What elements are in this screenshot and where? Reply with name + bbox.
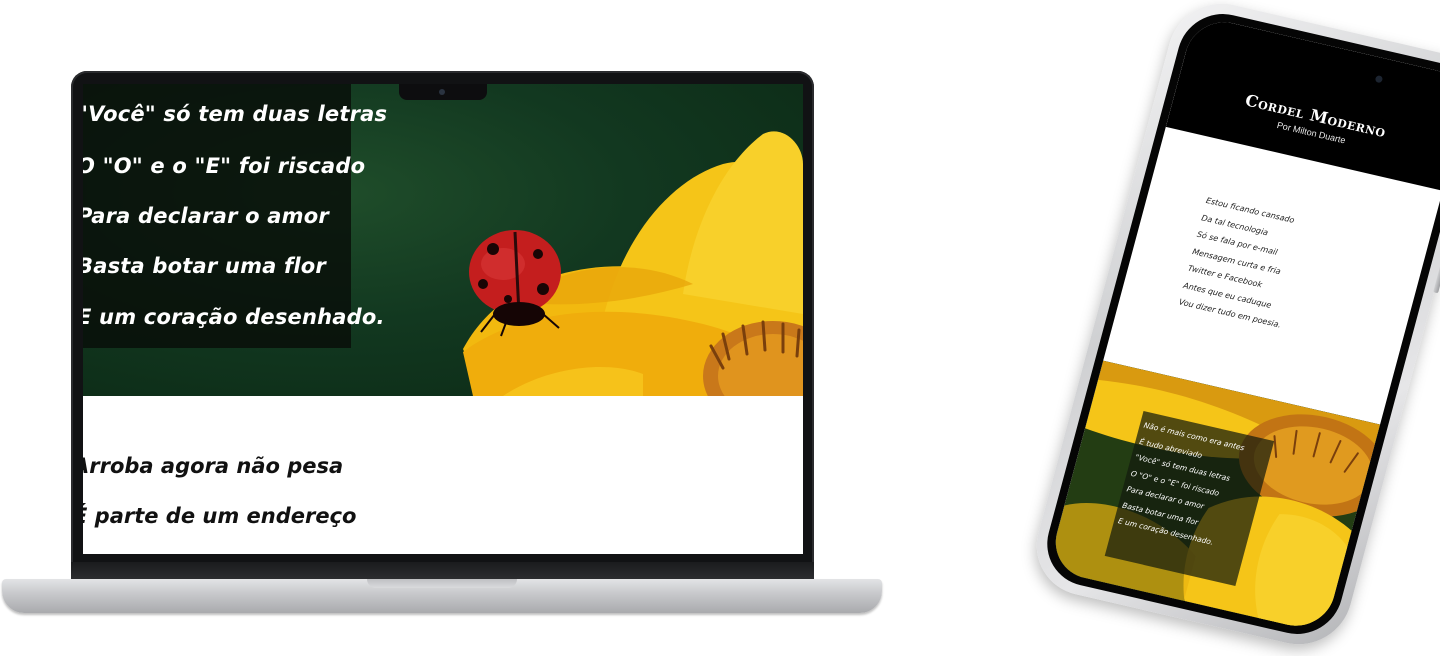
body-poem-line: É parte de um endereço — [83, 504, 357, 528]
laptop-base — [2, 579, 882, 613]
laptop-notch — [399, 84, 487, 100]
body-poem-line: Arroba agora não pesa — [83, 454, 344, 478]
phone-bezel: Cordel Moderno Por Milton Duarte Estou f… — [1037, 5, 1440, 643]
phone-device: Cordel Moderno Por Milton Duarte Estou f… — [1025, 0, 1440, 655]
laptop-screen: "Você" só tem duas letras O "O" e o "E" … — [83, 84, 803, 554]
hero-poem-line: E um coração desenhado. — [83, 305, 385, 329]
laptop-hinge — [71, 562, 814, 580]
phone-hero-image: Não é mais como era antes É tudo abrevia… — [1047, 360, 1381, 634]
phone-header: Cordel Moderno Por Milton Duarte — [1165, 14, 1440, 191]
phone-poem: Estou ficando cansado Da tal tecnologia … — [1177, 192, 1311, 334]
hero-poem-line: Para declarar o amor — [83, 204, 329, 228]
camera-icon — [439, 89, 445, 95]
hero-image: "Você" só tem duas letras O "O" e o "E" … — [83, 84, 803, 396]
phone-screen: Cordel Moderno Por Milton Duarte Estou f… — [1047, 14, 1440, 634]
hero-poem-line: O "O" e o "E" foi riscado — [83, 154, 366, 178]
hero-poem-line: "Você" só tem duas letras — [83, 102, 388, 126]
hero-poem-overlay: "Você" só tem duas letras O "O" e o "E" … — [83, 84, 387, 348]
front-camera-icon — [1374, 74, 1384, 84]
hero-poem-line: Basta botar uma flor — [83, 254, 326, 278]
laptop-trackpad-notch — [367, 579, 517, 588]
page-title: Cordel Moderno — [1243, 90, 1389, 142]
